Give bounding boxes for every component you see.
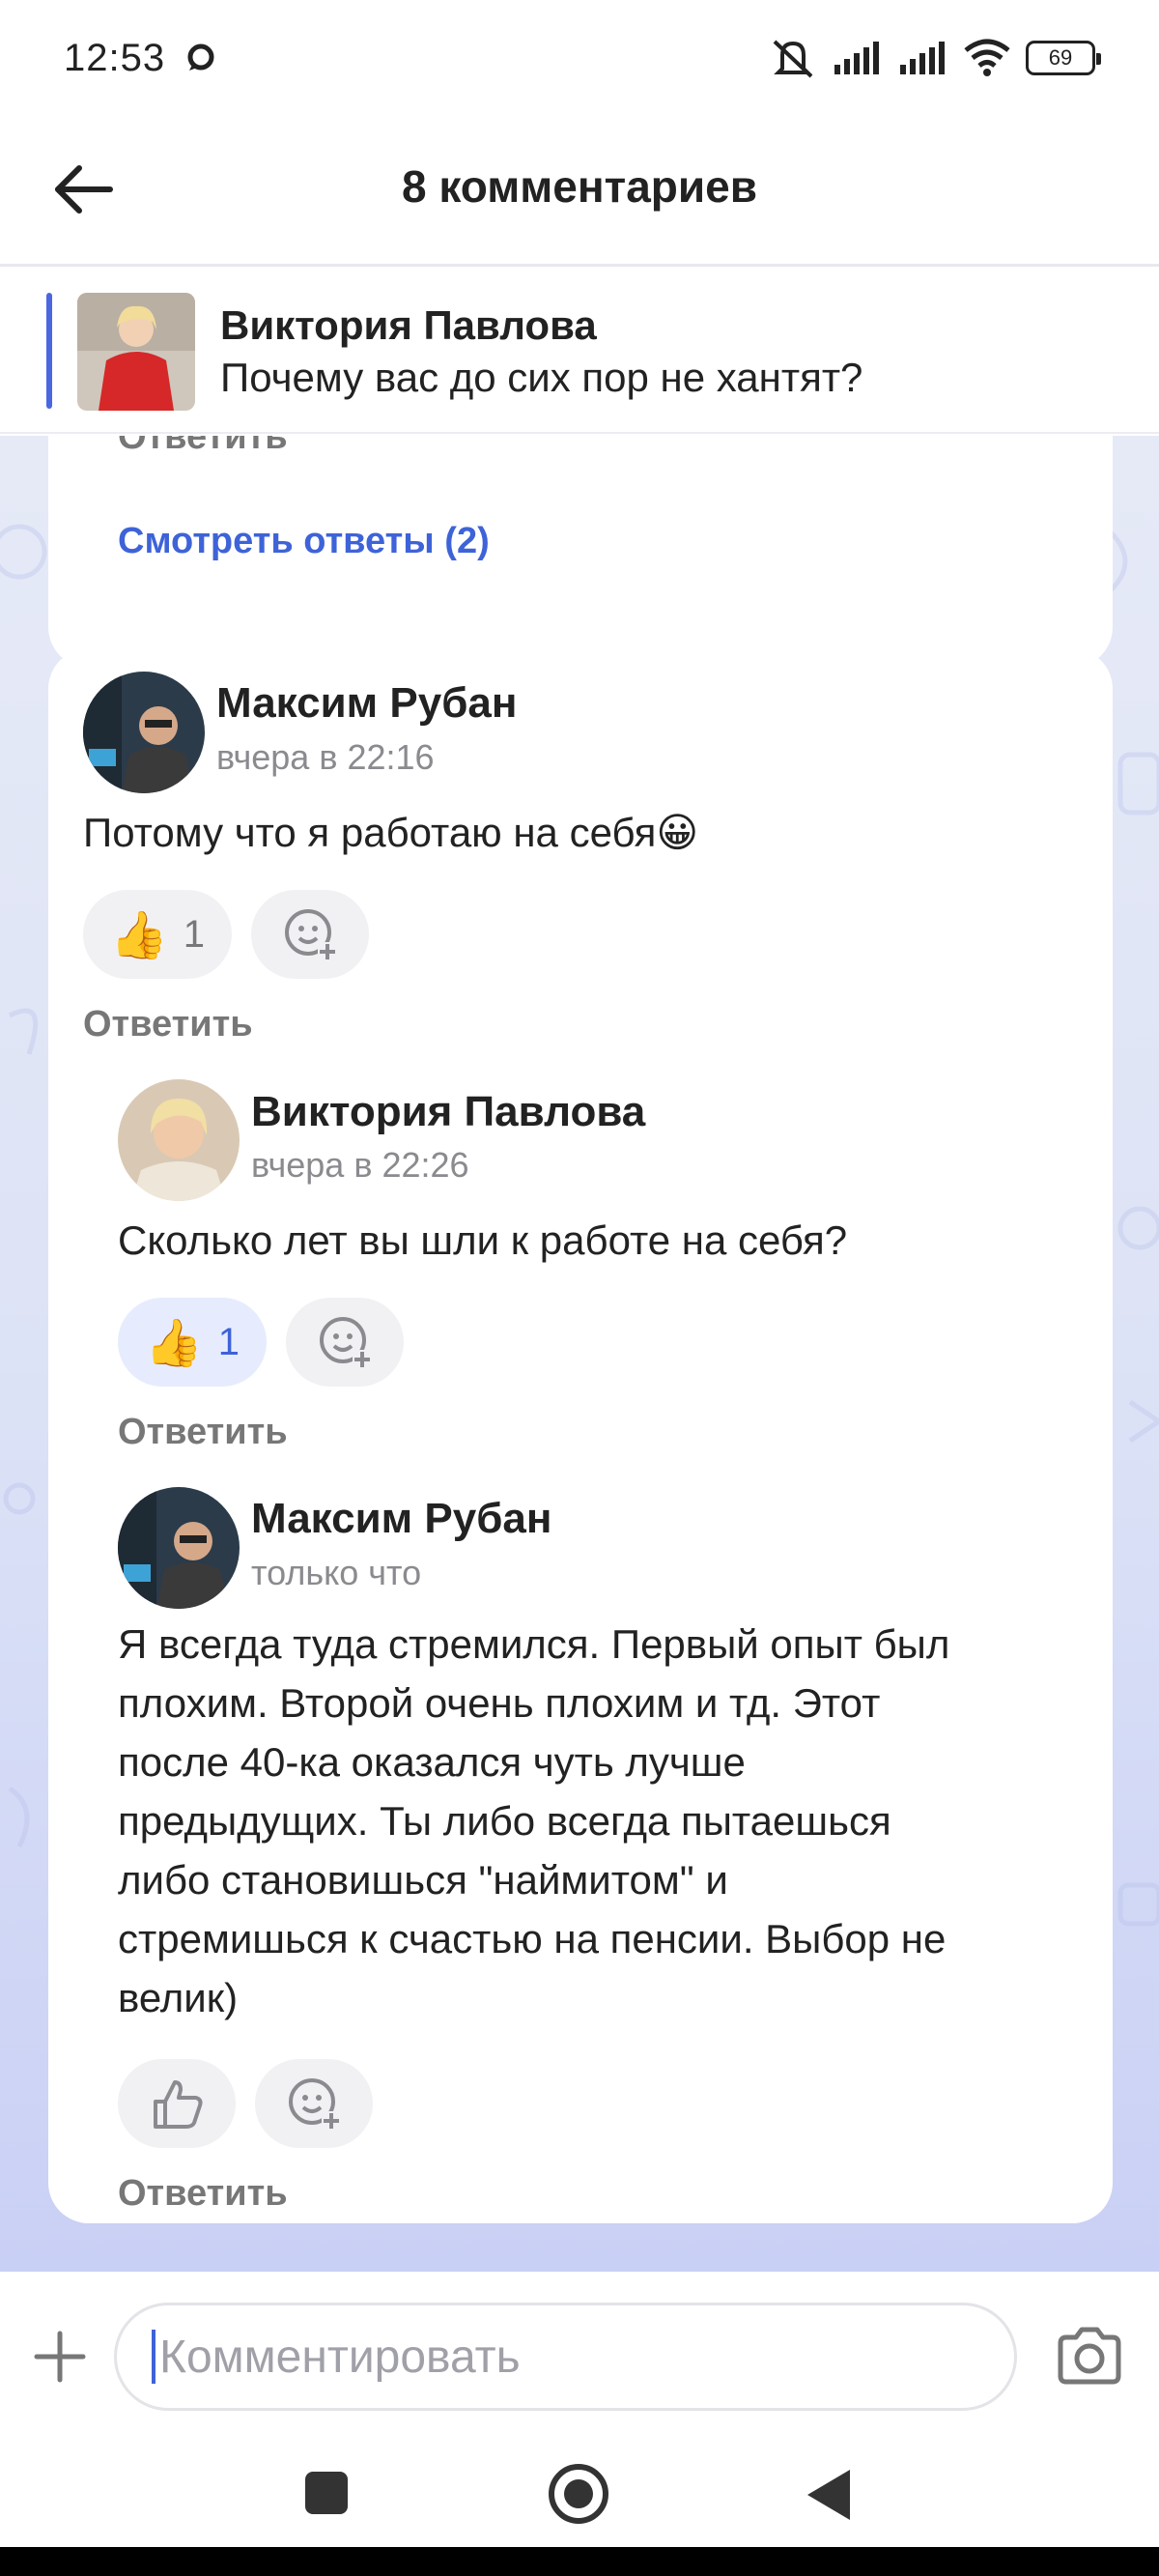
comment-author[interactable]: Максим Рубан bbox=[251, 1495, 551, 1543]
pinned-post-text: Почему вас до сих пор не хантят? bbox=[220, 355, 863, 400]
comment-time: только что bbox=[251, 1553, 422, 1592]
avatar[interactable] bbox=[83, 672, 205, 793]
add-reaction-button[interactable] bbox=[255, 2059, 373, 2148]
comment-author[interactable]: Максим Рубан bbox=[216, 679, 517, 728]
text-cursor bbox=[152, 2330, 155, 2384]
recents-button[interactable] bbox=[305, 2472, 348, 2514]
plus-icon[interactable] bbox=[29, 2326, 91, 2388]
comment-text-line: плохим. Второй очень плохим и тд. Этот bbox=[118, 1680, 881, 1726]
reply-button[interactable]: Ответить bbox=[118, 436, 288, 458]
chat-bubble-icon bbox=[187, 43, 214, 71]
battery-level: 69 bbox=[1048, 45, 1073, 70]
comment-text: Потому что я работаю на себя😀 bbox=[83, 810, 699, 855]
comment-author[interactable]: Виктория Павлова bbox=[251, 1088, 645, 1136]
pinned-post-author: Виктория Павлова bbox=[220, 302, 597, 348]
battery-icon: 69 bbox=[1026, 41, 1101, 75]
comment-text-line: после 40-ка оказался чуть лучше bbox=[118, 1739, 746, 1785]
avatar[interactable] bbox=[118, 1079, 240, 1201]
system-nav-bar bbox=[0, 2441, 1159, 2547]
comment-text-line: велик) bbox=[118, 1975, 239, 2020]
mute-icon bbox=[773, 40, 813, 78]
like-count: 1 bbox=[217, 1320, 240, 1363]
status-icons: 69 bbox=[769, 36, 1101, 80]
signal-icon bbox=[834, 42, 879, 74]
comment-text-line: стремишься к счастью на пенсии. Выбор не bbox=[118, 1916, 947, 1961]
add-reaction-icon bbox=[289, 2078, 341, 2131]
comment-time: вчера в 22:16 bbox=[216, 737, 435, 777]
previous-comment-card: Ответить Смотреть ответы (2) bbox=[48, 436, 1113, 668]
add-reaction-button[interactable] bbox=[251, 890, 369, 979]
see-answers-link[interactable]: Смотреть ответы (2) bbox=[118, 521, 490, 562]
page-title: 8 комментариев bbox=[401, 161, 758, 212]
comment-text: Я всегда туда стремился. Первый опыт был… bbox=[118, 1615, 949, 2027]
comment-thread-card: Максим Рубан вчера в 22:16 Потому что я … bbox=[48, 648, 1113, 2223]
comment-text: Сколько лет вы шли к работе на себя? bbox=[118, 1217, 848, 1263]
avatar[interactable] bbox=[118, 1487, 240, 1609]
comment-text-line: предыдущих. Ты либо всегда пытаешься bbox=[118, 1798, 891, 1844]
comment-input-placeholder: Комментировать bbox=[159, 2331, 521, 2383]
top-bar: 8 комментариев bbox=[0, 116, 1159, 267]
pinned-post[interactable]: Виктория Павлова Почему вас до сих пор н… bbox=[0, 270, 1159, 434]
comment-text-line: Я всегда туда стремился. Первый опыт был bbox=[118, 1621, 950, 1667]
reply-button[interactable]: Ответить bbox=[118, 2173, 288, 2215]
status-bar: 12:53 69 bbox=[0, 0, 1159, 116]
signal-icon bbox=[900, 42, 945, 74]
comment-input[interactable]: Комментировать bbox=[114, 2303, 1017, 2411]
like-button[interactable]: 👍 1 bbox=[83, 890, 232, 979]
add-reaction-icon bbox=[320, 1317, 372, 1369]
add-reaction-button[interactable] bbox=[286, 1298, 404, 1387]
add-reaction-icon bbox=[285, 909, 337, 961]
thumbs-up-icon: 👍 bbox=[144, 1317, 203, 1369]
pinned-accent-bar bbox=[46, 293, 52, 409]
like-button[interactable] bbox=[118, 2059, 236, 2148]
comment-text-line: либо становишься "наймитом" и bbox=[118, 1857, 728, 1903]
reply-button[interactable]: Ответить bbox=[83, 1004, 253, 1045]
back-button[interactable] bbox=[807, 2470, 850, 2520]
pinned-post-thumbnail bbox=[77, 293, 195, 411]
wifi-icon bbox=[964, 39, 1010, 76]
comments-feed[interactable]: Ответить Смотреть ответы (2) Максим Руба… bbox=[0, 436, 1159, 2272]
comment-time: вчера в 22:26 bbox=[251, 1145, 469, 1185]
camera-icon[interactable] bbox=[1053, 2320, 1126, 2393]
reply-button[interactable]: Ответить bbox=[118, 1412, 288, 1453]
like-button[interactable]: 👍 1 bbox=[118, 1298, 267, 1387]
like-count: 1 bbox=[183, 912, 205, 956]
thumbs-up-icon: 👍 bbox=[109, 909, 168, 961]
comment-composer: Комментировать bbox=[0, 2272, 1159, 2441]
home-button[interactable] bbox=[549, 2464, 608, 2524]
status-time: 12:53 bbox=[64, 36, 166, 79]
bottom-edge bbox=[0, 2547, 1159, 2576]
thumbs-up-icon bbox=[154, 2080, 203, 2129]
